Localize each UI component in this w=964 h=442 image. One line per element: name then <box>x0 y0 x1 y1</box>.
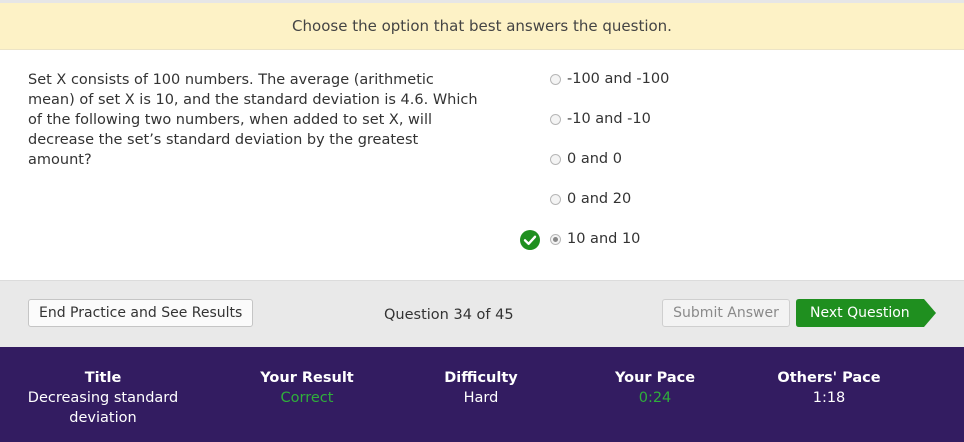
end-practice-button[interactable]: End Practice and See Results <box>28 299 254 327</box>
instruction-text: Choose the option that best answers the … <box>292 17 672 35</box>
option-label: -100 and -100 <box>567 71 670 87</box>
radio-button[interactable] <box>550 154 561 165</box>
next-question-label: Next Question <box>810 305 910 321</box>
check-circle-icon <box>520 230 540 250</box>
stat-title: Title Decreasing standard deviation <box>18 368 188 428</box>
action-bar: End Practice and See Results Question 34… <box>0 280 964 347</box>
option-4[interactable]: 0 and 20 <box>550 191 669 231</box>
radio-button[interactable] <box>550 194 561 205</box>
option-label: 0 and 0 <box>567 151 622 167</box>
stat-difficulty: Difficulty Hard <box>416 368 546 408</box>
stat-result: Your Result Correct <box>242 368 372 408</box>
option-2[interactable]: -10 and -10 <box>550 111 669 151</box>
option-label: 0 and 20 <box>567 191 632 207</box>
stat-value: 1:18 <box>812 390 846 406</box>
radio-button[interactable] <box>550 74 561 85</box>
question-text: Set X consists of 100 numbers. The avera… <box>28 72 478 168</box>
instruction-banner: Choose the option that best answers the … <box>0 0 964 50</box>
submit-answer-button[interactable]: Submit Answer <box>662 299 790 327</box>
answer-options: -100 and -100 -10 and -10 0 and 0 0 and … <box>520 71 669 271</box>
option-1[interactable]: -100 and -100 <box>550 71 669 111</box>
stat-value: 0:24 <box>638 390 672 406</box>
stat-value: Correct <box>280 390 334 406</box>
stats-panel: Title Decreasing standard deviation Your… <box>0 347 964 442</box>
stat-label: Others' Pace <box>777 370 881 386</box>
radio-button[interactable] <box>550 114 561 125</box>
stat-label: Difficulty <box>444 370 518 386</box>
stat-your-pace: Your Pace 0:24 <box>590 368 720 408</box>
next-question-button[interactable]: Next Question <box>796 299 936 327</box>
option-label: -10 and -10 <box>567 111 651 127</box>
radio-button-selected[interactable] <box>550 234 561 245</box>
stat-label: Your Result <box>260 370 354 386</box>
stat-value: Decreasing standard deviation <box>27 390 179 426</box>
stat-others-pace: Others' Pace 1:18 <box>764 368 894 408</box>
option-3[interactable]: 0 and 0 <box>550 151 669 191</box>
option-label: 10 and 10 <box>567 231 641 247</box>
stat-value: Hard <box>463 390 499 406</box>
option-5[interactable]: 10 and 10 <box>520 230 669 271</box>
stat-label: Title <box>84 370 122 386</box>
question-counter: Question 34 of 45 <box>384 307 514 323</box>
stat-label: Your Pace <box>614 370 696 386</box>
